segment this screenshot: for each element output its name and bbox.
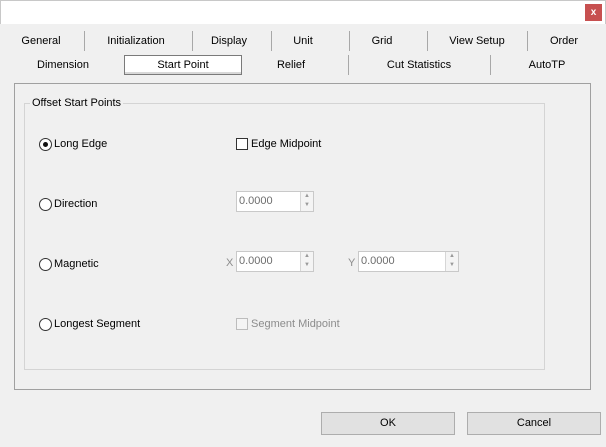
tab-dimension[interactable]: Dimension [30, 57, 96, 73]
radio-unselected-icon [39, 317, 52, 331]
tab-separator [192, 31, 193, 51]
segment-midpoint-label: Segment Midpoint [251, 318, 340, 330]
x-label: X [226, 257, 234, 269]
tab-relief[interactable]: Relief [264, 57, 318, 73]
direction-label: Direction [54, 198, 98, 210]
tab-grid[interactable]: Grid [362, 33, 402, 49]
tab-display[interactable]: Display [204, 33, 254, 49]
tab-autotp[interactable]: AutoTP [516, 57, 578, 73]
spin-up-icon[interactable]: ▲ [301, 252, 313, 261]
tab-separator [84, 31, 85, 51]
spin-arrows[interactable]: ▲ ▼ [300, 192, 313, 211]
cancel-button[interactable]: Cancel [467, 412, 601, 435]
tab-separator [527, 31, 528, 51]
long-edge-radio[interactable]: Long Edge [39, 137, 107, 151]
spin-up-icon[interactable]: ▲ [446, 252, 458, 261]
tab-initialization[interactable]: Initialization [96, 33, 176, 49]
longest-segment-label: Longest Segment [54, 318, 141, 330]
tab-separator [348, 55, 349, 75]
long-edge-label: Long Edge [54, 138, 108, 150]
direction-value: 0.0000 [239, 195, 273, 207]
magnetic-label: Magnetic [54, 258, 99, 270]
title-bar: x [0, 0, 606, 24]
spin-arrows[interactable]: ▲ ▼ [300, 252, 313, 271]
y-label: Y [348, 257, 356, 269]
edge-midpoint-label: Edge Midpoint [251, 138, 322, 150]
direction-radio[interactable]: Direction [39, 197, 97, 211]
segment-midpoint-checkbox[interactable]: Segment Midpoint [236, 317, 340, 331]
longest-segment-radio[interactable]: Longest Segment [39, 317, 140, 331]
close-button[interactable]: x [585, 4, 602, 21]
tab-cut-statistics[interactable]: Cut Statistics [374, 57, 464, 73]
radio-selected-icon [39, 137, 52, 151]
magnetic-x-value: 0.0000 [239, 255, 273, 267]
tab-separator [427, 31, 428, 51]
direction-spinbox[interactable]: 0.0000 ▲ ▼ [236, 191, 314, 212]
tab-separator [490, 55, 491, 75]
tab-separator [271, 31, 272, 51]
tab-general[interactable]: General [14, 33, 68, 49]
spin-arrows[interactable]: ▲ ▼ [445, 252, 458, 271]
tab-order[interactable]: Order [539, 33, 589, 49]
spin-down-icon[interactable]: ▼ [301, 201, 313, 210]
checkbox-disabled-icon [236, 318, 248, 330]
edge-midpoint-checkbox[interactable]: Edge Midpoint [236, 137, 321, 151]
radio-unselected-icon [39, 197, 52, 211]
tab-view-setup[interactable]: View Setup [440, 33, 514, 49]
tab-unit[interactable]: Unit [283, 33, 323, 49]
group-title: Offset Start Points [30, 97, 124, 110]
tab-separator [349, 31, 350, 51]
magnetic-radio[interactable]: Magnetic [39, 257, 99, 271]
close-icon: x [590, 7, 597, 18]
magnetic-y-value: 0.0000 [361, 255, 395, 267]
spin-down-icon[interactable]: ▼ [301, 261, 313, 270]
magnetic-y-spinbox[interactable]: 0.0000 ▲ ▼ [358, 251, 459, 272]
tab-start-point[interactable]: Start Point [124, 55, 242, 75]
magnetic-x-spinbox[interactable]: 0.0000 ▲ ▼ [236, 251, 314, 272]
ok-button[interactable]: OK [321, 412, 455, 435]
spin-up-icon[interactable]: ▲ [301, 192, 313, 201]
spin-down-icon[interactable]: ▼ [446, 261, 458, 270]
radio-unselected-icon [39, 257, 52, 271]
checkbox-icon [236, 138, 248, 150]
